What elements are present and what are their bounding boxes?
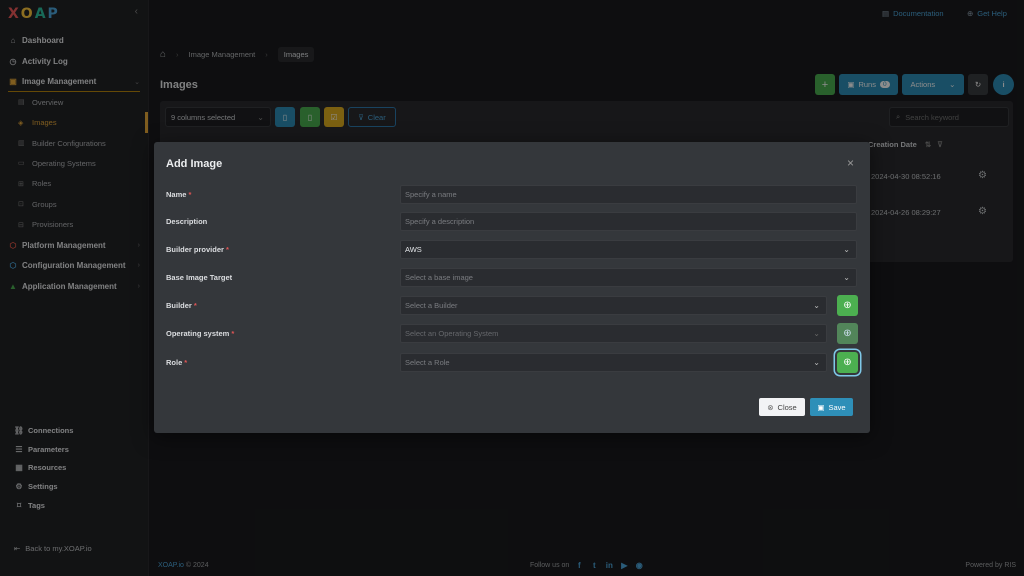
label-text: Role [166,358,183,367]
chevron-down-icon: ⌄ [813,329,820,338]
save-button[interactable]: ▣ Save [810,398,853,416]
label-text: Description [166,217,208,226]
plus-circle-icon: ⊕ [843,357,852,368]
add-builder-button[interactable]: ⊕ [837,295,858,316]
name-label: Name * [166,190,191,199]
description-row: Description Specify a description [166,212,858,232]
required-mark: * [193,301,197,310]
chevron-down-icon: ⌄ [843,273,850,282]
required-mark: * [184,358,188,367]
builder-placeholder: Select a Builder [405,301,458,310]
builder-row: Builder * Select a Builder ⌄ ⊕ [166,295,858,316]
close-button[interactable]: ⊗ Close [759,398,805,416]
plus-circle-icon: ⊕ [843,300,852,311]
label-text: Builder provider [166,245,224,254]
operating-system-select[interactable]: Select an Operating System ⌄ [400,324,827,343]
add-image-modal: Add Image × Name * Specify a name Descrip… [154,142,870,433]
builder-provider-select[interactable]: AWS ⌄ [400,240,857,259]
role-row: Role * Select a Role ⌄ ⊕ [166,352,858,373]
close-label: Close [777,402,797,412]
required-mark: * [188,190,192,199]
label-text: Operating system [166,329,230,338]
role-label: Role * [166,358,187,367]
builder-provider-label: Builder provider * [166,245,229,254]
description-input[interactable]: Specify a description [400,212,857,231]
chevron-down-icon: ⌄ [813,301,820,310]
builder-label: Builder * [166,301,197,310]
required-mark: * [225,245,229,254]
add-operating-system-button[interactable]: ⊕ [837,323,858,344]
add-role-button[interactable]: ⊕ [837,352,858,373]
label-text: Name [166,190,187,199]
close-circle-icon: ⊗ [767,402,774,412]
operating-system-placeholder: Select an Operating System [405,329,499,338]
chevron-down-icon: ⌄ [813,358,820,367]
label-text: Builder [166,301,192,310]
plus-circle-icon: ⊕ [843,328,852,339]
base-image-target-select[interactable]: Select a base image ⌄ [400,268,857,287]
role-select[interactable]: Select a Role ⌄ [400,353,827,372]
builder-provider-row: Builder provider * AWS ⌄ [166,240,858,260]
builder-provider-value: AWS [405,245,422,254]
modal-title: Add Image [166,158,223,170]
required-mark: * [231,329,235,338]
name-input[interactable]: Specify a name [400,185,857,204]
name-placeholder: Specify a name [405,190,457,199]
label-text: Base Image Target [166,273,233,282]
operating-system-row: Operating system * Select an Operating Sy… [166,323,858,344]
role-placeholder: Select a Role [405,358,450,367]
operating-system-label: Operating system * [166,329,234,338]
save-label: Save [828,402,846,412]
base-image-target-placeholder: Select a base image [405,273,473,282]
base-image-target-label: Base Image Target [166,273,232,282]
chevron-down-icon: ⌄ [843,245,850,254]
base-image-target-row: Base Image Target Select a base image ⌄ [166,268,858,288]
close-icon[interactable]: × [847,156,854,170]
save-icon: ▣ [817,402,825,412]
description-placeholder: Specify a description [405,217,475,226]
description-label: Description [166,217,207,226]
name-row: Name * Specify a name [166,185,858,205]
builder-select[interactable]: Select a Builder ⌄ [400,296,827,315]
